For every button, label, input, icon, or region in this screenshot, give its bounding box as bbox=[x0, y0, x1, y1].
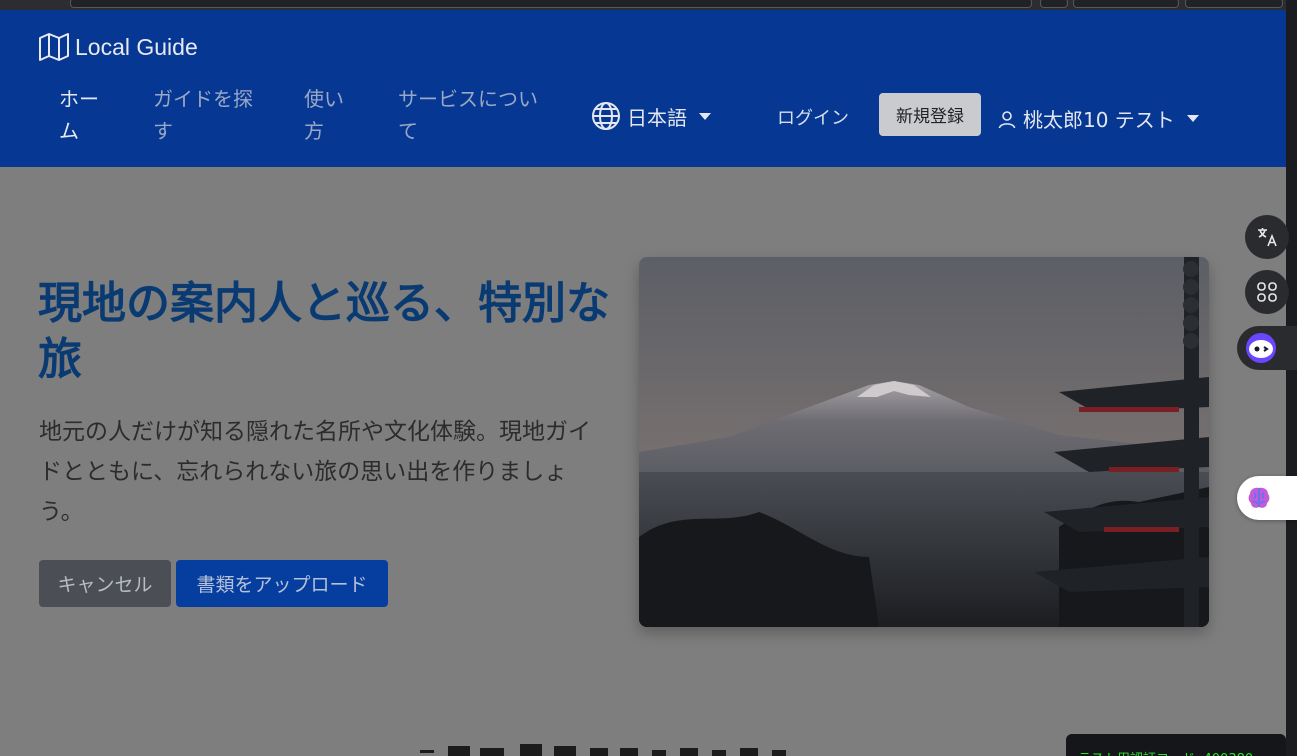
main-navbar: Local Guide ホー ム ガイドを探 す 使い 方 サービスについ て … bbox=[0, 10, 1286, 167]
brain-icon bbox=[1248, 487, 1270, 508]
chevron-down-icon bbox=[1186, 115, 1199, 122]
person-icon bbox=[998, 110, 1016, 128]
brain-widget[interactable] bbox=[1237, 476, 1297, 520]
nav-how-to-use-label-2: 方 bbox=[304, 119, 324, 143]
user-name: 桃太郎10 テスト bbox=[1023, 108, 1175, 132]
apps-widget[interactable] bbox=[1245, 270, 1289, 314]
nav-how-to-use[interactable]: 使い 方 bbox=[304, 83, 344, 147]
translate-icon bbox=[1258, 228, 1277, 247]
page-scrollbar[interactable] bbox=[1286, 0, 1297, 756]
apps-icon bbox=[1257, 282, 1277, 302]
language-label: 日本語 bbox=[627, 105, 687, 130]
user-menu[interactable]: 桃太郎10 テスト bbox=[997, 104, 1199, 133]
nav-find-guide-label-1: ガイドを探 bbox=[153, 87, 253, 111]
address-bar[interactable] bbox=[70, 0, 1032, 8]
cancel-button[interactable]: キャンセル bbox=[39, 560, 171, 607]
nav-home[interactable]: ホー ム bbox=[59, 83, 99, 147]
globe-icon bbox=[592, 102, 620, 130]
hero-title: 現地の案内人と巡る、特別な旅 bbox=[38, 278, 610, 385]
toolbar-button[interactable] bbox=[1185, 0, 1283, 8]
signup-button[interactable]: 新規登録 bbox=[879, 93, 981, 136]
assistant-widget[interactable] bbox=[1237, 326, 1297, 370]
nav-home-label-2: ム bbox=[59, 119, 79, 143]
chevron-down-icon bbox=[699, 112, 711, 120]
test-auth-code-badge: テスト用認証コード: 400380 bbox=[1066, 734, 1286, 756]
toolbar-button[interactable] bbox=[1040, 0, 1068, 8]
brand-logo[interactable]: Local Guide bbox=[38, 32, 198, 62]
nav-home-label-1: ホー bbox=[59, 87, 99, 111]
toolbar-button[interactable] bbox=[1073, 0, 1179, 8]
map-icon bbox=[39, 33, 69, 61]
translate-widget[interactable] bbox=[1245, 215, 1289, 259]
nav-about-label-1: サービスについ bbox=[398, 87, 538, 111]
nav-about[interactable]: サービスについ て bbox=[398, 83, 538, 147]
language-dropdown[interactable]: 日本語 bbox=[591, 101, 711, 131]
nav-about-label-2: て bbox=[398, 119, 418, 143]
next-section-heading-partial bbox=[420, 738, 840, 756]
upload-documents-button[interactable]: 書類をアップロード bbox=[176, 560, 388, 607]
brand-name: Local Guide bbox=[75, 33, 198, 60]
login-link[interactable]: ログイン bbox=[777, 104, 849, 130]
browser-top-strip bbox=[0, 0, 1286, 10]
nav-find-guide[interactable]: ガイドを探 す bbox=[153, 83, 253, 147]
nav-find-guide-label-2: す bbox=[153, 119, 173, 143]
assistant-face-icon bbox=[1246, 333, 1276, 363]
nav-how-to-use-label-1: 使い bbox=[304, 87, 344, 111]
hero-image-fuji-pagoda bbox=[639, 257, 1209, 627]
hero-subtitle: 地元の人だけが知る隠れた名所や文化体験。現地ガイドとともに、忘れられない旅の思い… bbox=[39, 419, 591, 525]
